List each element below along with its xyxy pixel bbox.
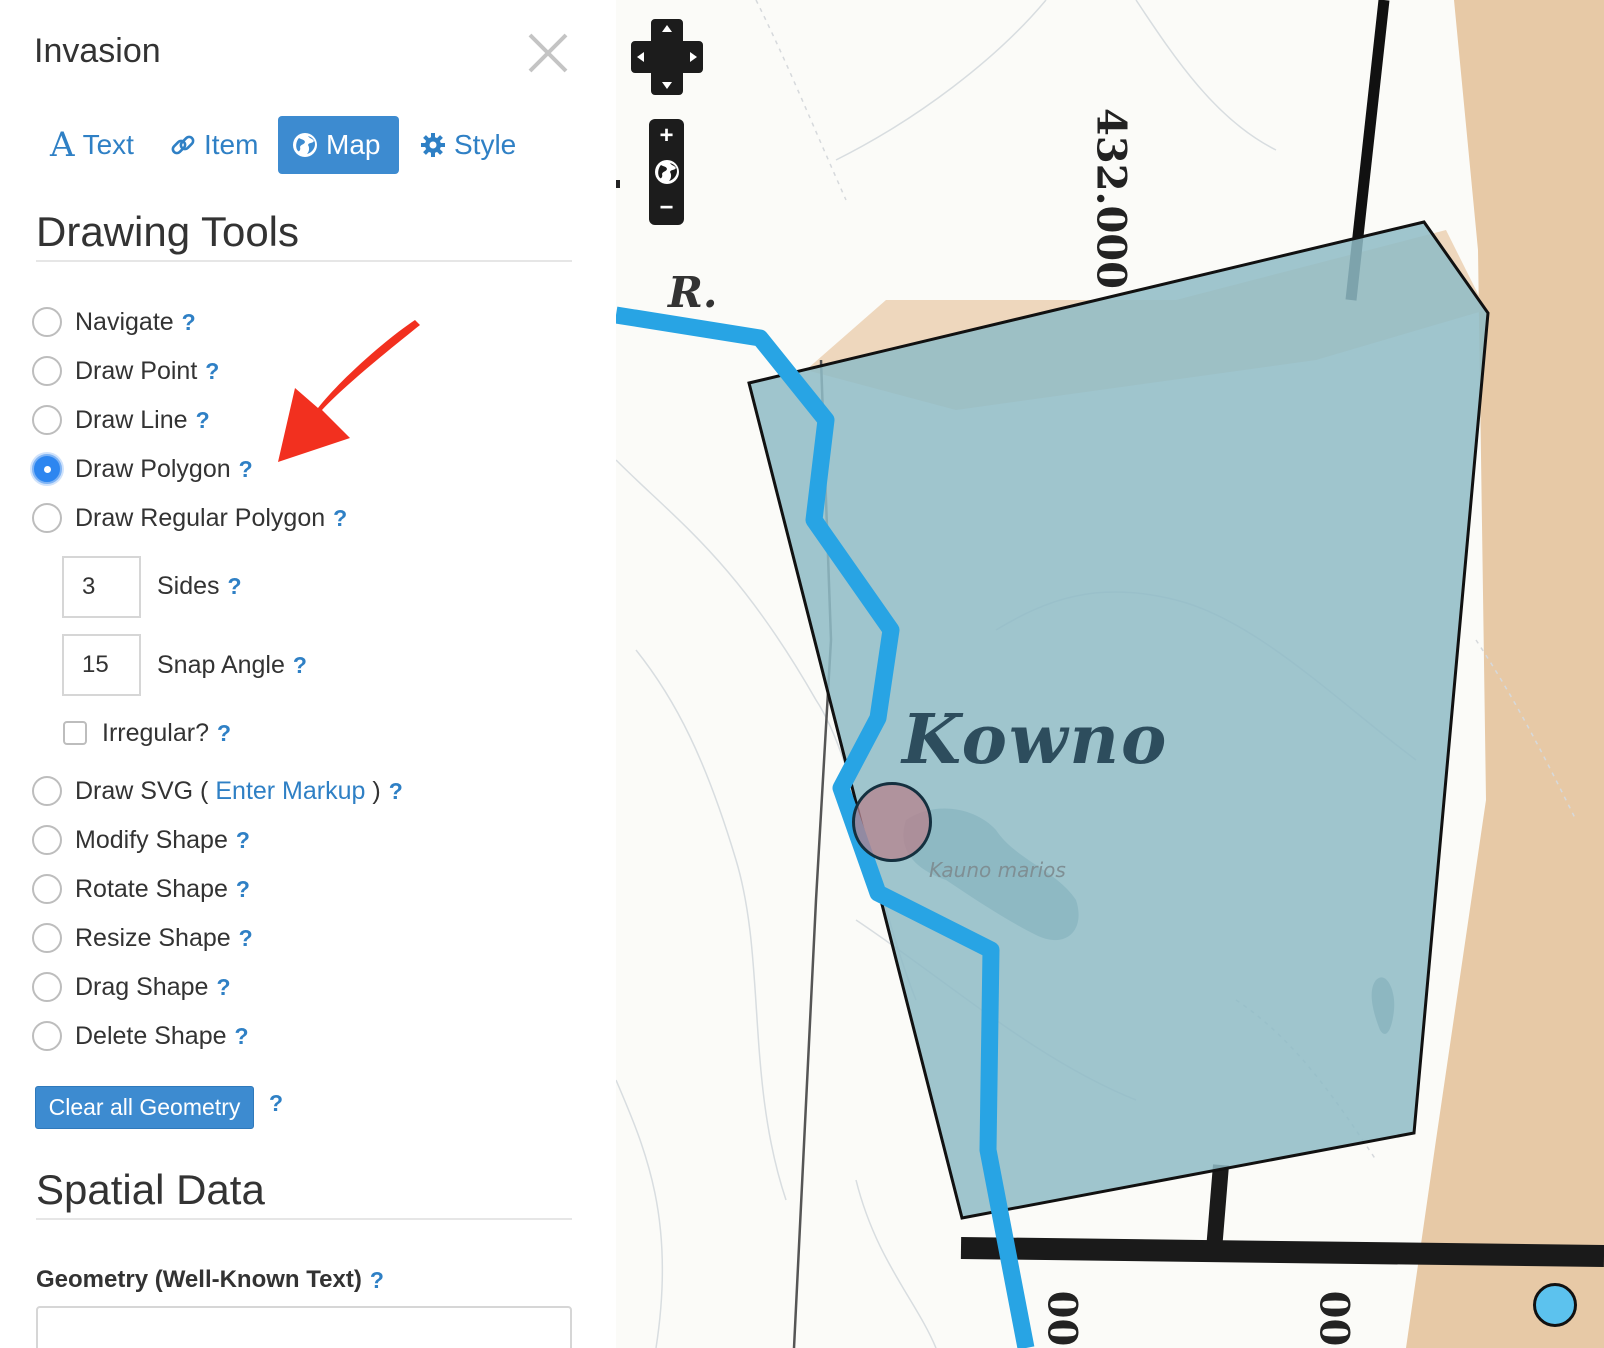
help-icon[interactable]: ? bbox=[333, 505, 347, 532]
editor-panel: Invasion A Text Item Map Style Drawing T… bbox=[0, 0, 616, 1348]
tool-label: Modify Shape bbox=[75, 825, 228, 854]
spatial-data-heading: Spatial Data bbox=[36, 1166, 265, 1213]
snap-angle-label: Snap Angle bbox=[157, 650, 285, 679]
map-label-grid-bottom-left: 00 bbox=[1038, 1290, 1086, 1347]
help-icon[interactable]: ? bbox=[205, 358, 219, 385]
tool-label: Draw Point bbox=[75, 356, 198, 385]
link-icon bbox=[170, 132, 196, 158]
tab-text-label: Text bbox=[82, 129, 134, 160]
serif-a-icon: A bbox=[50, 125, 75, 165]
tool-draw-point[interactable]: Draw Point ? bbox=[32, 351, 219, 391]
help-icon[interactable]: ? bbox=[293, 652, 307, 679]
radio-rotate-shape[interactable] bbox=[32, 874, 62, 904]
globe-icon bbox=[292, 132, 318, 158]
svg-label-after: ) bbox=[372, 776, 381, 805]
tool-label: Draw Regular Polygon bbox=[75, 503, 326, 532]
radio-draw-line[interactable] bbox=[32, 405, 62, 435]
zoom-control: + − bbox=[649, 119, 684, 225]
tool-draw-svg[interactable]: Draw SVG ( Enter Markup ) ? bbox=[32, 771, 403, 811]
polygon-vertex-handle[interactable] bbox=[852, 782, 932, 862]
tool-label: Delete Shape bbox=[75, 1021, 227, 1050]
divider bbox=[36, 1218, 572, 1220]
tool-label: Draw Polygon bbox=[75, 454, 231, 483]
radio-draw-svg[interactable] bbox=[32, 776, 62, 806]
radio-navigate[interactable] bbox=[32, 307, 62, 337]
map-label-town: Kowno bbox=[902, 700, 1169, 780]
help-icon[interactable]: ? bbox=[216, 974, 230, 1001]
radio-draw-point[interactable] bbox=[32, 356, 62, 386]
map-label-grid-bottom-right: 00 bbox=[1310, 1290, 1358, 1347]
tool-navigate[interactable]: Navigate ? bbox=[32, 302, 196, 342]
zoom-in-button[interactable]: + bbox=[649, 121, 684, 151]
radio-delete-shape[interactable] bbox=[32, 1021, 62, 1051]
drawing-tools-heading: Drawing Tools bbox=[36, 208, 300, 255]
close-icon[interactable] bbox=[527, 32, 569, 74]
sides-input[interactable] bbox=[62, 556, 141, 618]
tool-delete-shape[interactable]: Delete Shape ? bbox=[32, 1016, 249, 1056]
help-icon[interactable]: ? bbox=[239, 456, 253, 483]
help-icon[interactable]: ? bbox=[389, 778, 403, 805]
help-icon[interactable]: ? bbox=[228, 573, 242, 600]
help-icon[interactable]: ? bbox=[182, 309, 196, 336]
clear-all-geometry-button[interactable]: Clear all Geometry bbox=[35, 1086, 254, 1129]
panel-title: Invasion bbox=[34, 32, 161, 70]
map-label-lake: Kauno marios bbox=[929, 858, 1066, 882]
help-icon[interactable]: ? bbox=[236, 827, 250, 854]
geometry-label: Geometry (Well-Known Text) bbox=[36, 1266, 362, 1293]
snap-angle-field: Snap Angle ? bbox=[157, 645, 307, 685]
help-icon[interactable]: ? bbox=[196, 407, 210, 434]
irregular-field: Irregular? ? bbox=[102, 713, 231, 753]
tool-modify-shape[interactable]: Modify Shape ? bbox=[32, 820, 250, 860]
tool-label: Navigate bbox=[75, 307, 174, 336]
help-icon[interactable]: ? bbox=[235, 1023, 249, 1050]
tool-label: Draw Line bbox=[75, 405, 188, 434]
map-viewport[interactable]: R. 432.000 Kowno Kauno marios 00 00 + − bbox=[616, 0, 1604, 1348]
tool-label: Rotate Shape bbox=[75, 874, 228, 903]
svg-label-before: Draw SVG ( bbox=[75, 776, 209, 805]
enter-markup-link[interactable]: Enter Markup bbox=[215, 777, 365, 806]
sides-field: Sides ? bbox=[157, 566, 242, 606]
tool-draw-regular-polygon[interactable]: Draw Regular Polygon ? bbox=[32, 498, 347, 538]
tab-style[interactable]: Style bbox=[406, 116, 530, 174]
help-icon[interactable]: ? bbox=[239, 925, 253, 952]
divider bbox=[36, 260, 572, 262]
tool-label: Resize Shape bbox=[75, 923, 231, 952]
geometry-textarea[interactable] bbox=[36, 1306, 572, 1348]
irregular-label: Irregular? bbox=[102, 718, 209, 747]
help-icon[interactable]: ? bbox=[269, 1090, 283, 1117]
sides-label: Sides bbox=[157, 571, 220, 600]
tab-map[interactable]: Map bbox=[278, 116, 399, 174]
map-label-grid: 432.000 bbox=[1087, 108, 1135, 289]
tool-drag-shape[interactable]: Drag Shape ? bbox=[32, 967, 231, 1007]
tab-item[interactable]: Item bbox=[156, 116, 272, 174]
tool-label: Drag Shape bbox=[75, 972, 209, 1001]
zoom-out-button[interactable]: − bbox=[649, 193, 684, 223]
help-icon[interactable]: ? bbox=[370, 1267, 384, 1294]
tab-map-label: Map bbox=[326, 129, 381, 160]
gear-icon bbox=[420, 132, 446, 158]
pan-arrows-icon[interactable] bbox=[631, 17, 703, 97]
radio-modify-shape[interactable] bbox=[32, 825, 62, 855]
tool-draw-polygon[interactable]: Draw Polygon ? bbox=[32, 449, 253, 489]
radio-drag-shape[interactable] bbox=[32, 972, 62, 1002]
tab-text[interactable]: A Text bbox=[36, 116, 148, 174]
tool-rotate-shape[interactable]: Rotate Shape ? bbox=[32, 869, 250, 909]
map-feature-marker[interactable] bbox=[1533, 1283, 1577, 1327]
help-icon[interactable]: ? bbox=[217, 720, 231, 747]
map-label-river: R. bbox=[668, 268, 718, 317]
tool-resize-shape[interactable]: Resize Shape ? bbox=[32, 918, 253, 958]
globe-icon[interactable] bbox=[649, 157, 684, 187]
tab-item-label: Item bbox=[204, 129, 259, 160]
radio-draw-polygon[interactable] bbox=[32, 454, 62, 484]
radio-resize-shape[interactable] bbox=[32, 923, 62, 953]
geometry-field-label: Geometry (Well-Known Text) ? bbox=[36, 1262, 384, 1298]
tab-style-label: Style bbox=[454, 129, 517, 160]
snap-angle-input[interactable] bbox=[62, 634, 141, 696]
tool-draw-line[interactable]: Draw Line ? bbox=[32, 400, 210, 440]
irregular-checkbox[interactable] bbox=[63, 721, 87, 745]
help-icon[interactable]: ? bbox=[236, 876, 250, 903]
radio-draw-regular-polygon[interactable] bbox=[32, 503, 62, 533]
